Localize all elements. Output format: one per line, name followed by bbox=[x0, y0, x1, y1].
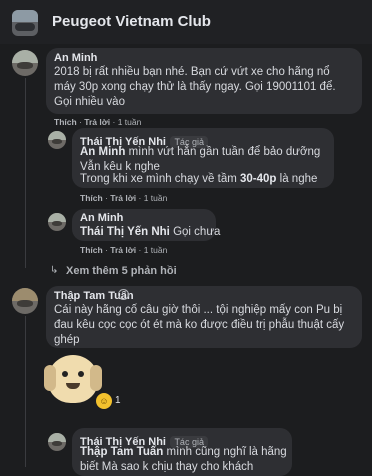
avatar[interactable] bbox=[12, 50, 38, 76]
reply-button[interactable]: Trả lời bbox=[110, 245, 136, 255]
reply-button[interactable]: Trả lời bbox=[84, 117, 110, 127]
group-title[interactable]: Peugeot Vietnam Club bbox=[52, 13, 211, 30]
reaction-count[interactable]: 1 bbox=[115, 395, 121, 406]
avatar[interactable] bbox=[48, 131, 66, 149]
thread-line bbox=[25, 78, 26, 268]
comment-actions: Thích · Trả lời · 1 tuần bbox=[54, 117, 142, 127]
mention-link[interactable]: An Minh bbox=[80, 146, 125, 158]
comment-time: 1 tuần bbox=[143, 193, 168, 203]
reply-text: An Minh mình vứt hẳn gần tuần để bảo dưỡ… bbox=[80, 146, 321, 173]
mention-link[interactable]: Thái Thị Yến Nhi bbox=[80, 226, 170, 238]
reply-actions: Thích · Trả lời · 1 tuần bbox=[80, 193, 168, 203]
mention-link[interactable]: Thập Tam Tuấn bbox=[80, 446, 163, 458]
avatar[interactable] bbox=[48, 213, 66, 231]
reply-actions: Thích · Trả lời · 1 tuần bbox=[80, 245, 168, 255]
like-button[interactable]: Thích bbox=[54, 117, 77, 127]
badge-icon bbox=[118, 289, 129, 300]
thread-line bbox=[25, 316, 26, 467]
comment-text: 2018 bị rất nhiều bạn nhé. Bạn cứ vứt xe… bbox=[54, 66, 336, 108]
comment-author[interactable]: An Minh bbox=[54, 52, 97, 64]
view-more-replies[interactable]: Xem thêm 5 phản hồi bbox=[66, 265, 177, 277]
dog-sticker bbox=[44, 355, 102, 403]
comment-text: Cái này hãng cố câu giờ thôi ... tội ngh… bbox=[54, 304, 345, 346]
like-button[interactable]: Thích bbox=[80, 193, 103, 203]
avatar[interactable] bbox=[12, 288, 38, 314]
reply-button[interactable]: Trả lời bbox=[110, 193, 136, 203]
comment-time: 1 tuần bbox=[143, 245, 168, 255]
reply-text: Thái Thị Yến Nhi Gọi chưa bbox=[80, 226, 221, 238]
reply-arrow-icon: ↳ bbox=[50, 265, 59, 276]
comment-time: 1 tuần bbox=[117, 117, 142, 127]
reply-text: Thập Tam Tuấn mình cũng nghĩ là hãng biế… bbox=[80, 446, 287, 473]
like-button[interactable]: Thích bbox=[80, 245, 103, 255]
avatar[interactable] bbox=[48, 433, 66, 451]
reaction-haha-icon[interactable]: ☺ bbox=[96, 393, 112, 409]
reply-text-line2: Trong khi xe mình chạy về tầm 30-40p là … bbox=[80, 173, 318, 185]
reply-author[interactable]: An Minh bbox=[80, 212, 123, 224]
group-avatar[interactable] bbox=[12, 10, 38, 36]
